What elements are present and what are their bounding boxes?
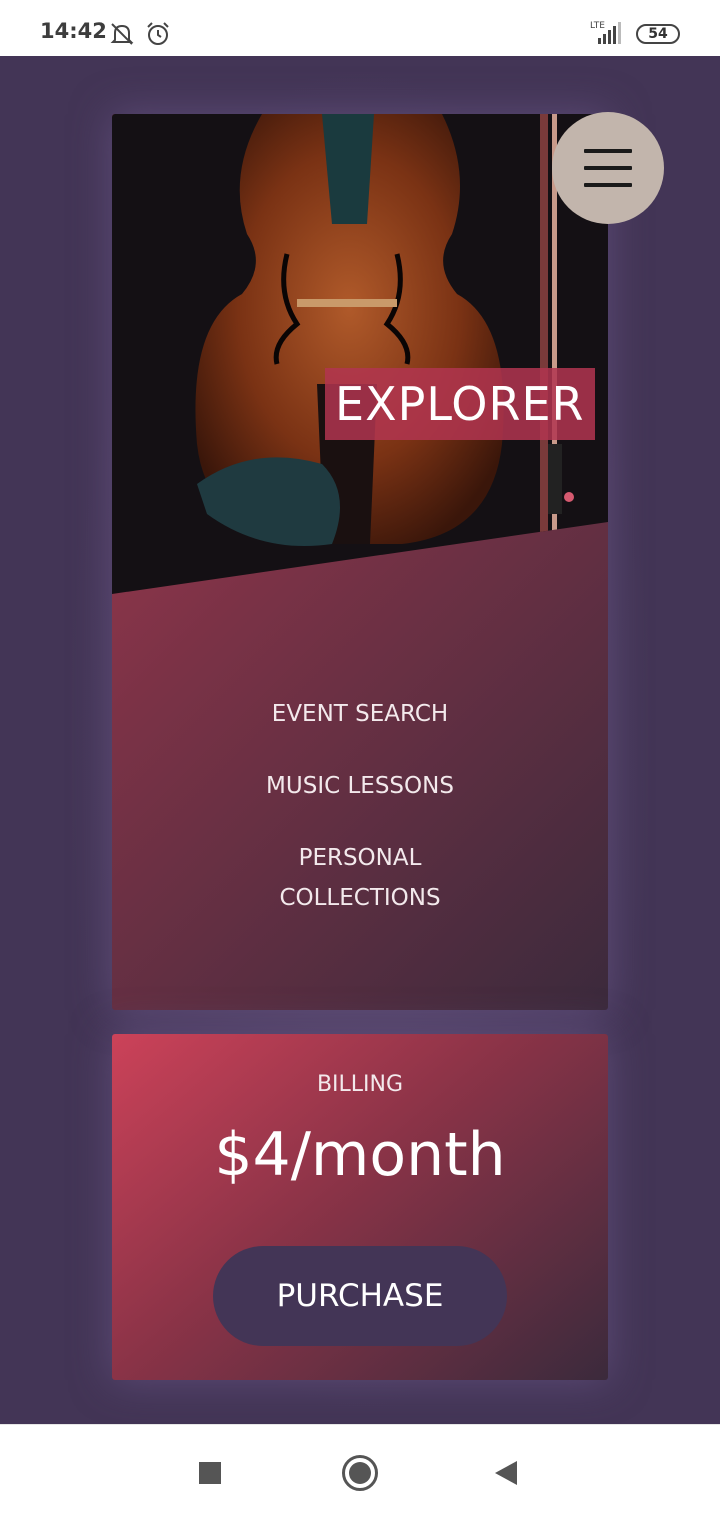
battery-level: 54 <box>648 26 668 42</box>
status-bar: 14:42 LTE 54 <box>0 0 720 56</box>
menu-item-label-line1: PERSONAL <box>298 845 422 871</box>
billing-label: BILLING <box>316 1072 404 1097</box>
billing-price: $4/month <box>214 1120 506 1190</box>
recent-apps-icon[interactable] <box>199 1462 221 1484</box>
menu-item-label-line2: COLLECTIONS <box>279 885 441 911</box>
network-label: LTE <box>590 21 605 31</box>
menu-list: EVENT SEARCH MUSIC LESSONS PERSONAL COLL… <box>112 694 608 950</box>
menu-item-event-search[interactable]: EVENT SEARCH <box>112 694 608 734</box>
hamburger-menu-icon[interactable] <box>552 112 664 224</box>
menu-item-personal-collections[interactable]: PERSONAL COLLECTIONS <box>112 838 608 918</box>
home-icon[interactable] <box>342 1455 378 1491</box>
app-screen: EXPLORER EVENT SEARCH MUSIC LESSONS PERS… <box>0 56 720 1424</box>
menu-line <box>584 166 632 170</box>
back-icon[interactable] <box>495 1461 517 1485</box>
signal-icon: LTE <box>588 18 628 51</box>
menu-item-music-lessons[interactable]: MUSIC LESSONS <box>112 766 608 806</box>
explorer-card: EXPLORER EVENT SEARCH MUSIC LESSONS PERS… <box>112 114 608 1010</box>
menu-line <box>584 149 632 153</box>
explorer-title: EXPLORER <box>325 368 595 440</box>
alarm-icon <box>144 20 172 53</box>
navigation-bar <box>0 1424 720 1521</box>
battery-icon: 54 <box>636 24 680 44</box>
mute-bell-icon <box>108 20 136 53</box>
purchase-button[interactable]: PURCHASE <box>213 1246 507 1346</box>
status-time: 14:42 <box>40 19 107 43</box>
billing-card: BILLING $4/month PURCHASE <box>112 1034 608 1380</box>
menu-line <box>584 183 632 187</box>
